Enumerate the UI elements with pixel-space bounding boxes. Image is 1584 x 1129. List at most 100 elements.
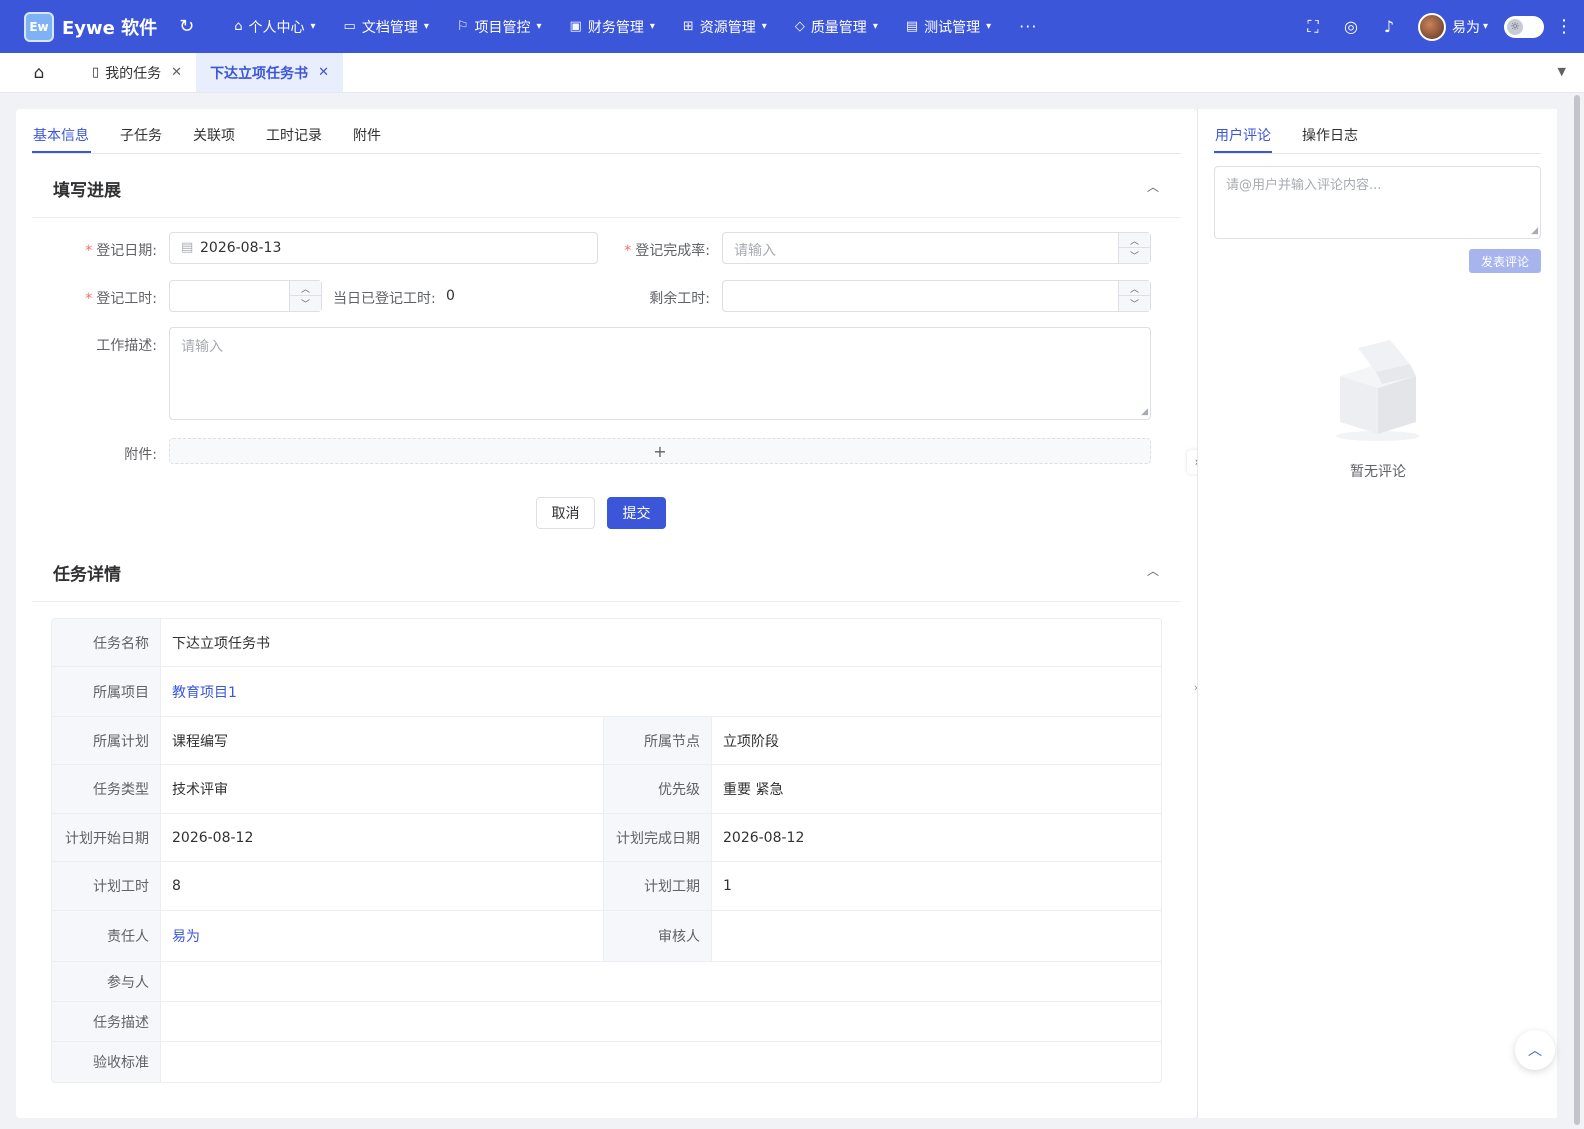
sun-icon: ☼ <box>1507 18 1523 35</box>
chevron-down-icon: ▾ <box>872 21 878 32</box>
participants-value <box>161 962 1161 1001</box>
cancel-button[interactable]: 取消 <box>536 497 595 529</box>
bell-icon[interactable]: ♪ <box>1370 17 1408 36</box>
page-tab-issue-task-book[interactable]: 下达立项任务书 ✕ <box>196 53 343 92</box>
nav-project-control[interactable]: ⚐ 项目管控 ▾ <box>457 17 542 37</box>
detail-label: 优先级 <box>603 765 712 813</box>
nav-test-management[interactable]: ▤ 测试管理 ▾ <box>906 17 991 37</box>
detail-label: 所属节点 <box>603 717 712 764</box>
nav-finance-management[interactable]: ▣ 财务管理 ▾ <box>570 17 655 37</box>
page-scrollbar[interactable] <box>1574 95 1580 1125</box>
shield-icon: ◇ <box>794 19 805 34</box>
table-row: 任务类型 技术评审 优先级 重要 紧急 <box>52 765 1161 814</box>
top-right-tools: ⛶ ◎ ♪ 易为 ▾ ☼ ⋮ <box>1294 0 1584 53</box>
nav-document-management[interactable]: ▭ 文档管理 ▾ <box>344 17 429 37</box>
close-icon[interactable]: ✕ <box>318 65 329 80</box>
nav-more[interactable]: ··· <box>1019 17 1037 36</box>
page-tab-bar: ⌂ ▯ 我的任务 ✕ 下达立项任务书 ✕ ▼ <box>0 53 1584 93</box>
table-row: 任务名称 下达立项任务书 <box>52 619 1161 667</box>
chevron-down-icon: ▾ <box>986 21 992 32</box>
tab-work-hours[interactable]: 工时记录 <box>266 125 322 145</box>
tab-related-items[interactable]: 关联项 <box>193 125 235 145</box>
tab-user-comments[interactable]: 用户评论 <box>1215 125 1271 145</box>
app-name: Eywe 软件 <box>62 17 158 39</box>
work-hours-input[interactable]: ︿ ﹀ <box>169 280 322 312</box>
chevron-down-icon[interactable]: ▾ <box>1483 21 1488 32</box>
detail-label: 审核人 <box>603 911 712 961</box>
more-vertical-icon[interactable]: ⋮ <box>1544 16 1584 37</box>
comment-textarea[interactable]: 请@用户并输入评论内容... ◢ <box>1214 166 1541 239</box>
close-icon[interactable]: ✕ <box>171 65 182 80</box>
table-row: 参与人 <box>52 962 1161 1002</box>
active-tab-indicator <box>32 151 91 153</box>
detail-label: 计划完成日期 <box>603 814 712 861</box>
post-comment-button[interactable]: 发表评论 <box>1469 249 1541 273</box>
hours-label: * 登记工时: <box>85 291 157 307</box>
document-icon: ▯ <box>92 65 100 80</box>
chevron-up-icon[interactable]: ︿ <box>290 281 321 296</box>
date-picker[interactable]: ▤ 2026-08-13 <box>169 232 598 264</box>
completion-rate-input[interactable]: 请输入 ︿ ﹀ <box>722 232 1151 264</box>
tab-operation-log[interactable]: 操作日志 <box>1302 125 1358 145</box>
detail-label: 任务名称 <box>52 619 161 666</box>
chevron-up-icon[interactable]: ︿ <box>1147 562 1159 579</box>
fullscreen-icon[interactable]: ⛶ <box>1294 17 1332 37</box>
task-desc-value <box>161 1002 1161 1041</box>
remaining-stepper[interactable]: ︿ ﹀ <box>1118 281 1150 311</box>
home-tab[interactable]: ⌂ <box>0 53 78 92</box>
work-desc-label: 工作描述: <box>96 338 157 354</box>
tab-attachments[interactable]: 附件 <box>353 125 381 145</box>
chevron-down-icon: ▾ <box>423 21 429 32</box>
chevron-down-icon[interactable]: ▼ <box>1558 65 1566 78</box>
table-row: 计划工时 8 计划工期 1 <box>52 862 1161 911</box>
chevron-down-icon[interactable]: ﹀ <box>290 296 321 311</box>
chevron-down-icon: ▾ <box>761 21 767 32</box>
app-logo[interactable]: Ew Eywe 软件 <box>24 11 158 42</box>
project-link[interactable]: 教育项目1 <box>161 667 1161 716</box>
nav-resource-management[interactable]: ⊞ 资源管理 ▾ <box>683 17 767 37</box>
tab-basic-info[interactable]: 基本信息 <box>33 125 89 145</box>
work-description-textarea[interactable]: 请输入 ◢ <box>169 327 1151 420</box>
theme-toggle[interactable]: ☼ <box>1504 15 1544 38</box>
chevron-down-icon[interactable]: ﹀ <box>1119 248 1150 263</box>
today-hours-label: 当日已登记工时: <box>333 291 436 307</box>
folder-icon: ▭ <box>343 19 356 34</box>
type-value: 技术评审 <box>172 782 228 798</box>
globe-icon[interactable]: ◎ <box>1332 17 1370 36</box>
user-name[interactable]: 易为 <box>1452 17 1480 37</box>
resize-handle-icon[interactable]: ◢ <box>1141 407 1148 417</box>
node-value: 立项阶段 <box>723 733 779 750</box>
table-row: 验收标准 <box>52 1042 1161 1082</box>
nav-personal-center[interactable]: ⌂ 个人中心 ▾ <box>234 17 315 37</box>
required-mark: * <box>624 243 632 259</box>
attachment-upload[interactable]: + <box>169 438 1151 464</box>
chevron-down-icon: ▾ <box>649 21 655 32</box>
remaining-label: 剩余工时: <box>649 291 710 307</box>
back-to-top-button[interactable]: ︿ <box>1515 1030 1555 1070</box>
chevron-up-icon[interactable]: ︿ <box>1119 233 1150 248</box>
nav-quality-management[interactable]: ◇ 质量管理 ▾ <box>795 17 878 37</box>
end-date-value: 2026-08-12 <box>723 829 805 846</box>
detail-label: 所属计划 <box>52 717 161 764</box>
chevron-up-icon[interactable]: ︿ <box>1147 178 1159 195</box>
remaining-hours-input[interactable]: ︿ ﹀ <box>722 280 1151 312</box>
table-row: 计划开始日期 2026-08-12 计划完成日期 2026-08-12 <box>52 814 1161 862</box>
hours-stepper[interactable]: ︿ ﹀ <box>289 281 321 311</box>
comment-side-panel: 用户评论 操作日志 请@用户并输入评论内容... ◢ 发表评论 暂无评论 <box>1197 109 1557 1118</box>
avatar[interactable] <box>1417 12 1446 41</box>
chevron-up-icon[interactable]: ︿ <box>1119 281 1150 296</box>
refresh-icon[interactable]: ↻ <box>179 16 194 37</box>
finance-icon: ▣ <box>569 19 582 34</box>
details-section-header[interactable]: 任务详情 ︿ <box>32 538 1181 602</box>
chevron-down-icon[interactable]: ﹀ <box>1119 296 1150 311</box>
plus-icon: + <box>653 441 667 461</box>
tab-subtasks[interactable]: 子任务 <box>120 125 162 145</box>
rate-stepper[interactable]: ︿ ﹀ <box>1118 233 1150 263</box>
progress-section-header[interactable]: 填写进展 ︿ <box>32 154 1181 218</box>
submit-button[interactable]: 提交 <box>607 497 666 529</box>
table-row: 责任人 易为 审核人 <box>52 911 1161 962</box>
page-tab-my-tasks[interactable]: ▯ 我的任务 ✕ <box>78 53 196 92</box>
rate-label: * 登记完成率: <box>624 243 710 259</box>
resize-handle-icon[interactable]: ◢ <box>1531 226 1538 236</box>
owner-link[interactable]: 易为 <box>161 911 603 961</box>
